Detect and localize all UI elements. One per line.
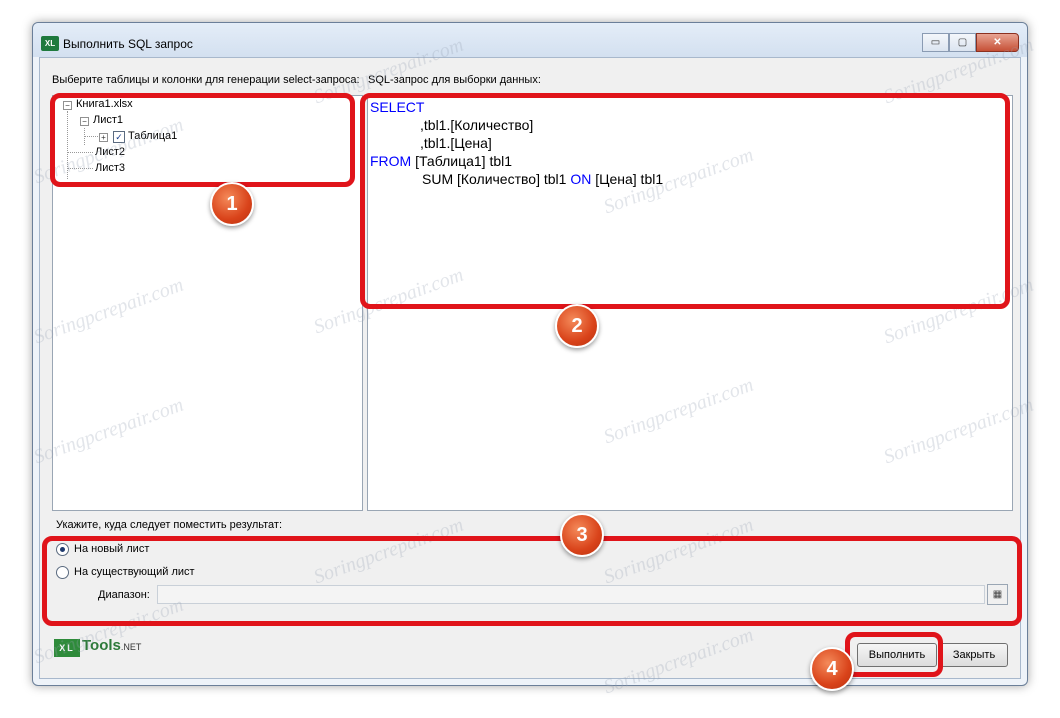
- title-bar[interactable]: XL Выполнить SQL запрос ▭ ▢ ✕: [33, 23, 1027, 57]
- annotation-badge-1: 1: [210, 182, 254, 226]
- maximize-button[interactable]: ▢: [949, 33, 976, 52]
- xl-logo-icon: XL: [54, 639, 80, 657]
- logo-tools-text: Tools: [82, 637, 121, 654]
- minimize-button[interactable]: ▭: [922, 33, 949, 52]
- annotation-box-4: [845, 632, 943, 677]
- annotation-badge-3: 3: [560, 513, 604, 557]
- close-button[interactable]: Закрыть: [940, 643, 1008, 667]
- tree-label: Выберите таблицы и колонки для генерации…: [52, 74, 360, 86]
- annotation-box-1: [50, 93, 355, 187]
- annotation-badge-4: 4: [810, 647, 854, 691]
- logo-net-text: .NET: [120, 642, 142, 652]
- window-title: Выполнить SQL запрос: [63, 37, 193, 51]
- annotation-badge-2: 2: [555, 304, 599, 348]
- result-label: Укажите, куда следует поместить результа…: [56, 519, 283, 531]
- excel-app-icon: XL: [41, 36, 59, 51]
- annotation-box-2: [360, 93, 1010, 309]
- sql-label: SQL-запрос для выборки данных:: [368, 74, 541, 86]
- close-window-button[interactable]: ✕: [976, 33, 1019, 52]
- annotation-box-3: [42, 536, 1022, 626]
